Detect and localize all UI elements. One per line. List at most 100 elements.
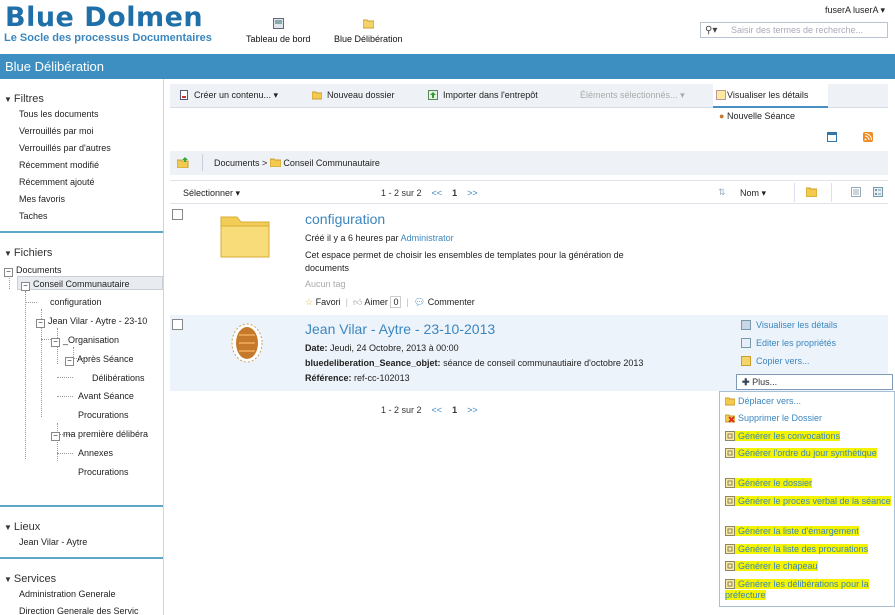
breadcrumb-current[interactable]: Conseil Communautaire	[283, 158, 380, 168]
seance-icon[interactable]	[231, 323, 263, 363]
new-session-link[interactable]: ● Nouvelle Séance	[719, 111, 795, 121]
folder-up-icon[interactable]	[177, 157, 189, 168]
action-edit-properties[interactable]: Editer les propriétés	[736, 338, 893, 356]
filter-all[interactable]: Tous les documents	[0, 109, 163, 123]
detailed-view-icon[interactable]	[873, 187, 883, 197]
action-more-button[interactable]: ✚ Plus...	[736, 374, 893, 390]
menu-generate-dossier[interactable]: Générer le dossier	[725, 478, 893, 489]
files-header[interactable]: ▼ Fichiers	[0, 233, 163, 263]
sort-dropdown[interactable]: Nom ▾	[740, 188, 766, 199]
tree-documents[interactable]: − Documents	[4, 263, 62, 277]
collapse-icon[interactable]: −	[21, 282, 30, 291]
import-button[interactable]: Importer dans l'entrepôt	[428, 90, 538, 100]
author-link[interactable]: Administrator	[401, 233, 454, 243]
date-value: Jeudi, 24 Octobre, 2013 à 00:00	[330, 343, 459, 353]
create-content-button[interactable]: Créer un contenu... ▾	[179, 90, 278, 101]
search-placeholder: Saisir des termes de recherche...	[731, 25, 864, 35]
search-icon[interactable]: ⚲▾	[705, 25, 721, 36]
objet-label: bluedeliberation_Seance_objet:	[305, 358, 441, 368]
pager-next[interactable]: >>	[467, 405, 478, 415]
select-dropdown[interactable]: Sélectionner ▾	[183, 188, 240, 199]
menu-generate-proxy-list[interactable]: Générer la liste des procurations	[725, 544, 893, 555]
tree-apres-seance[interactable]: − Après Séance	[65, 352, 134, 366]
pager-next[interactable]: >>	[467, 188, 478, 198]
collapse-icon[interactable]: −	[65, 357, 74, 366]
comment-button[interactable]: Commenter	[428, 297, 475, 307]
menu-generate-header[interactable]: Générer le chapeau	[725, 561, 893, 572]
tree-conseil-communautaire[interactable]: − Conseil Communautaire	[17, 276, 163, 291]
collapse-icon[interactable]: −	[51, 338, 60, 347]
pager-first[interactable]: <<	[432, 188, 443, 198]
pager-first[interactable]: <<	[432, 405, 443, 415]
menu-delete-folder[interactable]: Supprimer le Dossier	[725, 413, 893, 424]
item-title[interactable]: configuration	[305, 211, 385, 227]
menu-generate-agenda[interactable]: Générer l'ordre du jour synthétique	[725, 448, 893, 459]
star-icon[interactable]: ☆	[305, 297, 313, 307]
logo-title[interactable]: Blue Dolmen	[5, 2, 203, 33]
menu-generate-convocations[interactable]: Générer les convocations	[725, 431, 893, 442]
item-actions: Visualiser les détails Editer les propri…	[736, 320, 893, 390]
comment-icon[interactable]: 💬︎	[414, 297, 425, 307]
tree-organisation[interactable]: − _Organisation	[51, 333, 119, 347]
service-item[interactable]: Administration Generale	[0, 589, 163, 603]
tree-premiere-deliberation[interactable]: − ma première délibéra	[51, 427, 148, 441]
service-item[interactable]: Direction Generale des Servic	[0, 603, 163, 615]
collapse-icon: ▼	[4, 523, 12, 532]
session-icon: ●	[719, 111, 725, 121]
collapse-icon[interactable]: −	[4, 268, 13, 277]
folder-icon[interactable]	[219, 211, 271, 259]
tree-annexes[interactable]: Annexes	[78, 446, 113, 460]
filters-header[interactable]: ▼ Filtres	[0, 79, 163, 109]
nav-dashboard[interactable]: Tableau de bord	[246, 18, 311, 44]
menu-label: Générer le dossier	[738, 478, 813, 488]
action-view-details[interactable]: Visualiser les détails	[736, 320, 893, 338]
breadcrumb-root[interactable]: Documents	[214, 158, 260, 168]
filter-locked-by-me[interactable]: Verrouillés par moi	[0, 123, 163, 140]
place-item[interactable]: Jean Vilar - Aytre	[0, 537, 163, 551]
filter-recently-added[interactable]: Récemment ajouté	[0, 174, 163, 191]
menu-generate-attendance-list[interactable]: Générer la liste d'émargement	[725, 526, 893, 537]
menu-generate-deliberations-prefecture[interactable]: Générer les délibérations pour la préfec…	[725, 579, 893, 601]
generate-doc-icon	[725, 448, 735, 458]
item-reference: Référence: ref-cc-102013	[305, 373, 410, 383]
tab-view-details[interactable]: Visualiser les détails	[713, 84, 828, 108]
window-icon[interactable]	[827, 132, 837, 142]
item-checkbox[interactable]	[172, 319, 183, 330]
filter-locked-by-others[interactable]: Verrouillés par d'autres	[0, 140, 163, 157]
collapse-icon[interactable]: −	[51, 432, 60, 441]
menu-move-to[interactable]: Déplacer vers...	[725, 396, 893, 407]
sort-direction-icon[interactable]: ⇅	[718, 187, 726, 198]
tab-view-details-label: Visualiser les détails	[727, 90, 809, 100]
filter-tasks[interactable]: Taches	[0, 208, 163, 225]
search-input[interactable]: ⚲▾ Saisir des termes de recherche...	[700, 22, 888, 38]
like-button[interactable]: Aimer	[364, 297, 388, 307]
tree-jean-vilar[interactable]: − Jean Vilar - Aytre - 23-10	[36, 314, 147, 328]
filter-favorites[interactable]: Mes favoris	[0, 191, 163, 208]
item-checkbox[interactable]	[172, 209, 183, 220]
list-header: Sélectionner ▾ 1 - 2 sur 2 << 1 >> ⇅ Nom…	[170, 180, 888, 204]
item-title[interactable]: Jean Vilar - Aytre - 23-10-2013	[305, 321, 495, 337]
tree-avant-seance[interactable]: Avant Séance	[78, 389, 134, 403]
folder-filter-icon[interactable]	[806, 187, 817, 197]
selected-items-label: Éléments sélectionnés...	[580, 90, 678, 100]
tree-procurations-2[interactable]: Procurations	[78, 465, 129, 479]
rss-icon[interactable]	[862, 132, 873, 142]
collapse-icon[interactable]: −	[36, 319, 45, 328]
tree-configuration[interactable]: configuration	[50, 295, 102, 309]
simple-view-icon[interactable]	[851, 187, 861, 197]
collapse-icon: ▼	[4, 249, 12, 258]
selected-items-button[interactable]: Éléments sélectionnés... ▾	[580, 90, 685, 101]
menu-generate-minutes[interactable]: Générer le proces verbal de la séance	[725, 496, 893, 507]
favorite-button[interactable]: Favori	[316, 297, 341, 307]
tree-deliberations[interactable]: Délibérations	[92, 371, 145, 385]
new-folder-button[interactable]: Nouveau dossier	[312, 90, 395, 100]
filter-recently-modified[interactable]: Récemment modifié	[0, 157, 163, 174]
plus-icon: ✚	[742, 377, 750, 387]
services-header[interactable]: ▼ Services	[0, 559, 163, 589]
action-copy-to[interactable]: Copier vers...	[736, 356, 893, 374]
user-menu[interactable]: fuserA luserA ▾	[825, 5, 885, 16]
like-icon[interactable]: 👍︎	[353, 297, 362, 307]
places-header[interactable]: ▼ Lieux	[0, 507, 163, 537]
nav-blue-deliberation[interactable]: Blue Délibération	[334, 18, 403, 44]
tree-procurations[interactable]: Procurations	[78, 408, 129, 422]
